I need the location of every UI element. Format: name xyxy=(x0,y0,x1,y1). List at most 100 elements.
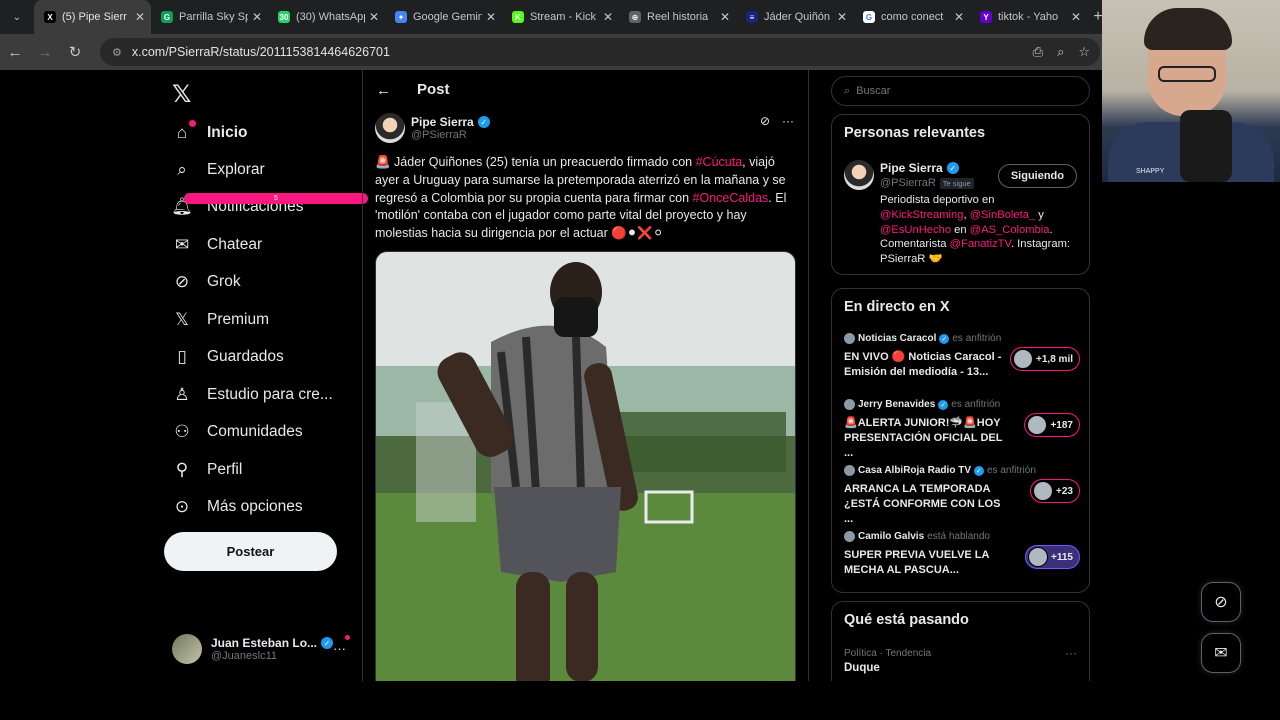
bio-text-segment: y xyxy=(1035,208,1044,221)
listener-avatar xyxy=(1013,349,1034,369)
mention-link[interactable]: @SinBoleta_ xyxy=(970,209,1035,221)
trend-name[interactable]: Duque xyxy=(844,662,880,674)
browser-tab[interactable]: ⊕ Reel historia ✕ xyxy=(619,0,736,34)
tab-close-icon[interactable]: ✕ xyxy=(603,10,613,24)
bookmark-star-icon[interactable]: ☆ xyxy=(1078,44,1090,60)
nav-item-explorar[interactable]: ⌕ Explorar xyxy=(172,155,264,185)
address-bar[interactable]: ⚙ x.com/PSierraR/status/2011153814464626… xyxy=(100,38,1100,66)
browser-tab[interactable]: ✦ Google Gemini ✕ xyxy=(385,0,502,34)
tab-close-icon[interactable]: ✕ xyxy=(486,10,496,24)
hashtag-link[interactable]: #Cúcuta xyxy=(696,155,743,169)
notification-count-badge: 5 xyxy=(184,193,368,204)
browser-tab[interactable]: 30 (30) WhatsApp ✕ xyxy=(268,0,385,34)
trend-more-icon[interactable]: ··· xyxy=(1065,646,1077,660)
author-avatar[interactable] xyxy=(375,113,405,143)
tab-close-icon[interactable]: ✕ xyxy=(135,10,145,24)
relevant-name[interactable]: Pipe Sierra ✓ xyxy=(880,161,959,175)
nav-item-estudio-para-cre[interactable]: ♙ Estudio para cre... xyxy=(172,380,332,410)
messages-float-icon[interactable]: ✉ xyxy=(1201,633,1241,673)
search-placeholder: Buscar xyxy=(856,85,891,97)
host-role: es anfitrión xyxy=(986,465,1036,476)
nav-item-comunidades[interactable]: ⚇ Comunidades xyxy=(172,417,302,447)
account-switcher[interactable]: Juan Esteban Lo... ✓ @Juaneslc11 ··· xyxy=(172,631,352,667)
scrollbar[interactable] xyxy=(1258,252,1270,681)
live-title: En directo en X xyxy=(844,299,950,315)
post-image[interactable] xyxy=(375,251,796,681)
zoom-icon[interactable]: ⌕ xyxy=(1057,44,1064,60)
tab-title: Parrilla Sky Sp xyxy=(179,11,248,23)
back-arrow-icon[interactable]: ← xyxy=(376,82,391,99)
listener-avatar xyxy=(1033,481,1054,501)
author-handle[interactable]: @PSierraR xyxy=(411,129,490,141)
browser-tab-bar: ⌄ X (5) Pipe Sierr ✕ G Parrilla Sky Sp ✕ 30 (30… xyxy=(0,0,1280,34)
tab-close-icon[interactable]: ✕ xyxy=(252,10,262,24)
relevant-people-title: Personas relevantes xyxy=(844,125,986,141)
mention-link[interactable]: @KickStreaming xyxy=(880,209,963,221)
nav-item-chatear[interactable]: ✉ Chatear xyxy=(172,230,262,260)
mention-link[interactable]: @EsUnHecho xyxy=(880,224,951,236)
bio-text-segment: Periodista deportivo en xyxy=(880,194,995,206)
tab-close-icon[interactable]: ✕ xyxy=(720,10,730,24)
hashtag-link[interactable]: #OnceCaldas xyxy=(693,191,769,205)
nav-item-premium[interactable]: 𝕏 Premium xyxy=(172,305,269,335)
browser-tab[interactable]: X (5) Pipe Sierr ✕ xyxy=(34,0,151,34)
site-info-icon[interactable]: ⚙ xyxy=(112,46,122,59)
host-name: Casa AlbiRoja Radio TV xyxy=(858,465,971,476)
mention-link[interactable]: @AS_Colombia xyxy=(970,224,1050,236)
live-item[interactable]: Noticias Caracol ✓ es anfitrión EN VIVO 🔴 N… xyxy=(844,333,1080,380)
grok-float-icon[interactable]: ⊘ xyxy=(1201,582,1241,622)
post-text: 🚨 Jáder Quiñones (25) tenía un preacuerd… xyxy=(375,154,800,243)
studio-icon: ♙ xyxy=(174,385,190,404)
browser-tab[interactable]: Gcomo conect ✕ xyxy=(853,0,970,34)
nav-item-más-opciones[interactable]: ⊙ Más opciones xyxy=(172,492,303,522)
grok-icon[interactable]: ⊘ xyxy=(760,114,770,128)
browser-tab[interactable]: K Stream - Kick ✕ xyxy=(502,0,619,34)
x-logo-icon[interactable]: 𝕏 xyxy=(172,80,191,109)
tab-favicon-icon: ✦ xyxy=(395,11,407,23)
nav-item-inicio[interactable]: ⌂ Inicio xyxy=(172,118,247,148)
forward-icon[interactable]: → xyxy=(30,44,60,61)
author-name[interactable]: Pipe Sierra ✓ xyxy=(411,115,490,129)
tab-search-button[interactable]: ⌄ xyxy=(0,0,34,34)
main-column: ← Post Pipe Sierra ✓ @PSierraR ⊘ ··· 🚨 Já… xyxy=(362,70,809,681)
relevant-handle[interactable]: @PSierraR Te sigue xyxy=(880,177,974,189)
tab-close-icon[interactable]: ✕ xyxy=(837,10,847,24)
live-item[interactable]: Jerry Benavides ✓ es anfitrión 🚨ALERTA JUNI… xyxy=(844,399,1080,460)
host-role: está hablando xyxy=(927,531,990,542)
nav-item-grok[interactable]: ⊘ Grok xyxy=(172,267,241,297)
browser-tab[interactable]: Ytiktok - Yaho ✕ xyxy=(970,0,1087,34)
nav-item-perfil[interactable]: ⚲ Perfil xyxy=(172,455,243,485)
search-input[interactable]: ⌕ Buscar xyxy=(831,76,1090,106)
post-button[interactable]: Postear xyxy=(164,532,337,571)
listener-count-pill[interactable]: +23 xyxy=(1030,479,1080,503)
host-name: Jerry Benavides xyxy=(858,399,936,410)
host-role: es anfitrión xyxy=(951,399,1001,410)
verified-icon: ✓ xyxy=(973,465,984,476)
more-icon[interactable]: ··· xyxy=(782,114,794,128)
reload-icon[interactable]: ↻ xyxy=(60,43,90,61)
listener-count-pill[interactable]: +1,8 mil xyxy=(1010,347,1080,371)
listener-count-pill[interactable]: +115 xyxy=(1025,545,1080,569)
tab-close-icon[interactable]: ✕ xyxy=(1071,10,1081,24)
nav-item-guardados[interactable]: ▯ Guardados xyxy=(172,342,283,372)
relevant-avatar[interactable] xyxy=(844,160,874,190)
post-author[interactable]: Pipe Sierra ✓ @PSierraR xyxy=(375,112,490,144)
live-item[interactable]: Camilo Galvis está hablando SUPER PREVIA V… xyxy=(844,531,1080,578)
browser-tab[interactable]: ≡ Jáder Quiñón ✕ xyxy=(736,0,853,34)
x-icon: 𝕏 xyxy=(175,310,189,329)
live-item[interactable]: Casa AlbiRoja Radio TV ✓ es anfitrión ARRAN… xyxy=(844,465,1080,526)
relevant-bio: Periodista deportivo en @KickStreaming, … xyxy=(880,193,1080,267)
back-icon[interactable]: ← xyxy=(0,44,30,61)
url-text: x.com/PSierraR/status/201115381446462670… xyxy=(131,45,390,59)
webcam-logo: SHAPPY xyxy=(1136,168,1165,175)
tab-close-icon[interactable]: ✕ xyxy=(369,10,379,24)
tab-close-icon[interactable]: ✕ xyxy=(954,10,964,24)
account-more-icon[interactable]: ··· xyxy=(333,641,346,656)
following-button[interactable]: Siguiendo xyxy=(997,164,1077,188)
listener-count-pill[interactable]: +187 xyxy=(1024,413,1080,437)
browser-tab[interactable]: G Parrilla Sky Sp ✕ xyxy=(151,0,268,34)
install-app-icon[interactable]: ⎙ xyxy=(1033,44,1043,60)
mention-link[interactable]: @FanatizTV xyxy=(950,238,1011,250)
account-notification-dot xyxy=(345,635,350,640)
listener-avatar xyxy=(1028,547,1049,567)
